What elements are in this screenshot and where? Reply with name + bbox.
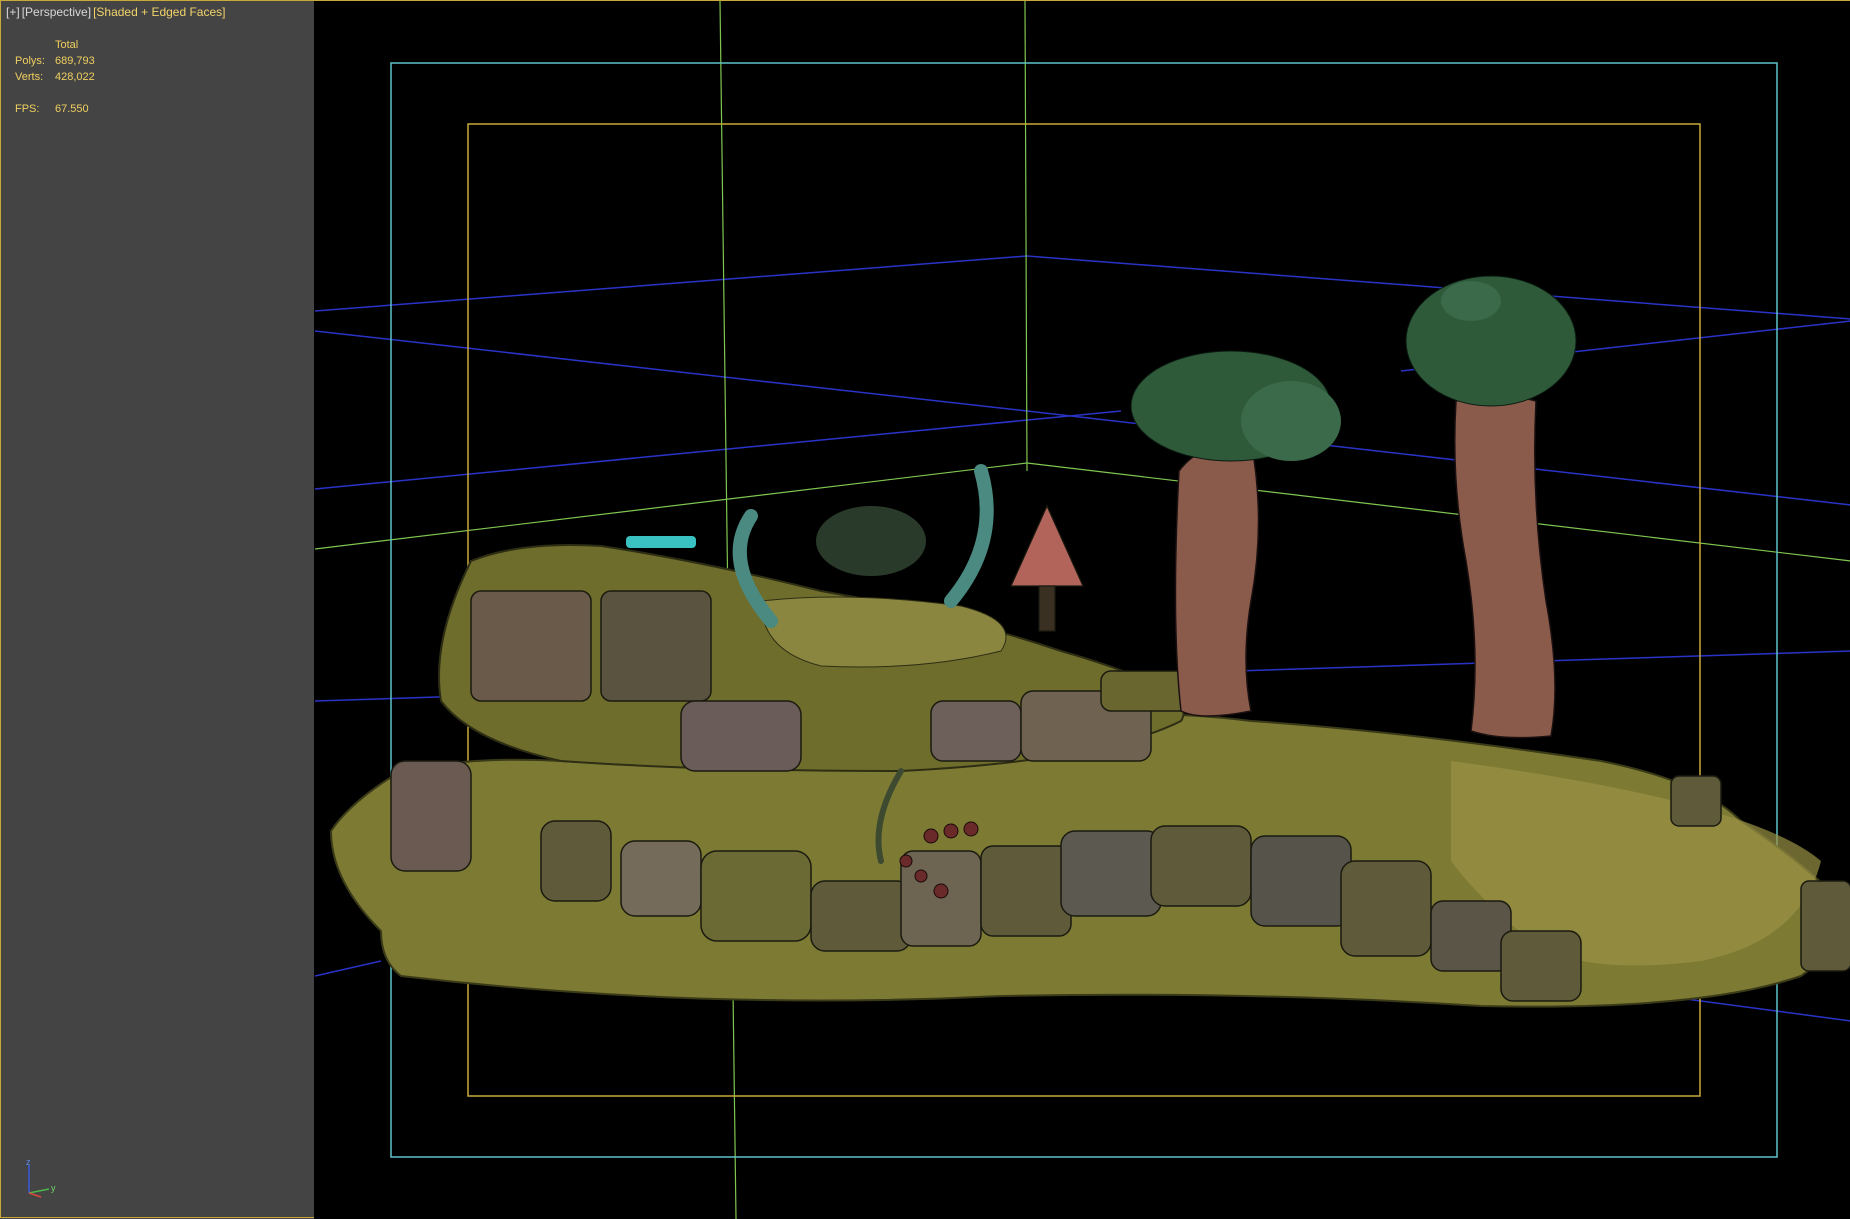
stats-polys-row: Polys: 689,793: [15, 53, 95, 69]
tree-left[interactable]: [1130, 350, 1341, 717]
back-foliage: [816, 506, 926, 576]
viewport-menu-plus[interactable]: [+]: [5, 5, 21, 19]
axis-gizmo-icon: z y: [26, 1159, 56, 1198]
axis-z-label: z: [26, 1159, 31, 1167]
verts-value: 428,022: [55, 71, 95, 83]
scene-canvas[interactable]: [1, 1, 1850, 1219]
polys-label: Polys:: [15, 55, 45, 67]
verts-label: Verts:: [15, 71, 44, 83]
stats-fps-row: FPS: 67.550: [15, 101, 95, 117]
fps-value: 67.550: [55, 103, 89, 115]
statistics-overlay: Total Polys: 689,793 Verts: 428,022 FPS:…: [15, 37, 95, 117]
stats-verts-row: Verts: 428,022: [15, 69, 95, 85]
tree-right[interactable]: [1405, 275, 1577, 739]
viewport-label[interactable]: [+] [Perspective] [Shaded + Edged Faces]: [5, 5, 227, 19]
stats-header-row: Total: [15, 37, 95, 53]
axis-y-label: y: [51, 1183, 56, 1193]
pagoda-tower[interactable]: [1010, 504, 1084, 632]
stats-header: Total: [55, 39, 79, 51]
perspective-viewport[interactable]: [+] [Perspective] [Shaded + Edged Faces]…: [0, 0, 1850, 1219]
viewport-shading-label[interactable]: [Shaded + Edged Faces]: [92, 5, 226, 19]
fps-label: FPS:: [15, 103, 40, 115]
teal-patch: [626, 536, 696, 548]
viewport-view-label[interactable]: [Perspective]: [21, 5, 92, 19]
polys-value: 689,793: [55, 55, 95, 67]
